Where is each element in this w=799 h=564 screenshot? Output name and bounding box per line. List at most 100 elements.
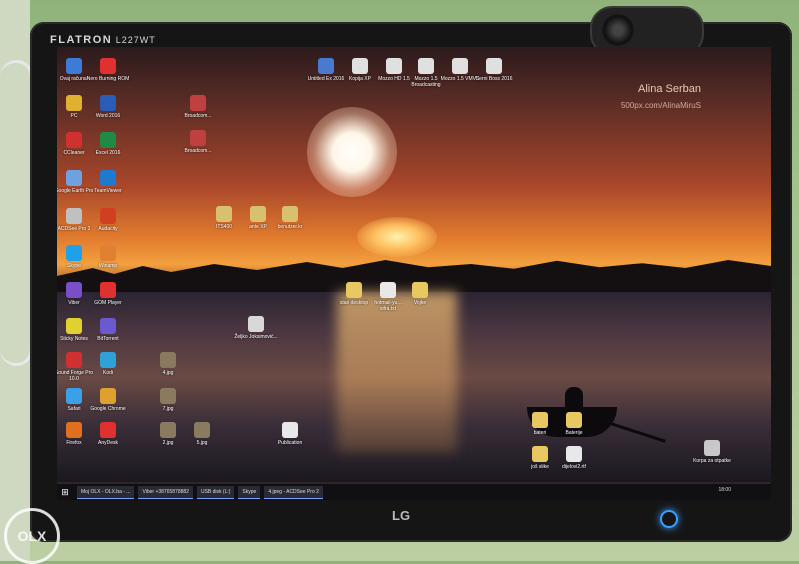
desktop-icon[interactable]: Korpa za otpatke — [690, 440, 734, 464]
app-icon — [100, 422, 116, 438]
desktop-icon[interactable]: 5.jpg — [180, 422, 224, 446]
app-icon — [160, 352, 176, 368]
app-icon — [100, 388, 116, 404]
taskbar: ⊞ Moj OLX - OLX.ba - ... Viber +387658788… — [57, 484, 771, 500]
app-icon — [160, 422, 176, 438]
app-icon — [100, 352, 116, 368]
taskbar-clock[interactable]: 18:00 — [718, 487, 731, 493]
app-icon — [486, 58, 502, 74]
app-icon — [194, 422, 210, 438]
desktop-icon[interactable]: Vojke — [398, 282, 442, 306]
desktop-icon[interactable]: Željko Joksimović... — [234, 316, 278, 340]
app-icon — [66, 245, 82, 261]
cable — [0, 60, 33, 366]
app-icon — [160, 388, 176, 404]
app-icon — [100, 170, 116, 186]
power-button[interactable] — [660, 510, 678, 528]
monitor-brand: FLATRON L227WT — [50, 34, 156, 46]
desktop-icon[interactable]: benutzer.kr — [268, 206, 312, 230]
taskbar-item[interactable]: USB disk (L:) — [196, 485, 235, 499]
desktop-icon-label: GOM Player — [94, 300, 122, 306]
desktop-icon[interactable]: Broadcom... — [176, 130, 220, 154]
taskbar-items: Moj OLX - OLX.ba - ... Viber +38765878882… — [73, 485, 323, 499]
desktop-icon[interactable]: Broadcom... — [176, 95, 220, 119]
app-icon — [66, 352, 82, 368]
watermark-url: 500px.com/AlinaMiruS — [620, 101, 701, 110]
desktop-icon-label: 5.jpg — [196, 440, 208, 446]
desktop-icon-label: Kodi — [102, 370, 113, 376]
app-icon — [100, 282, 116, 298]
desktop-icon-label: Željko Joksimović... — [234, 334, 278, 340]
app-icon — [566, 412, 582, 428]
desktop-icon[interactable]: Excel 2016 — [86, 132, 130, 156]
desktop-icon[interactable]: Google Chrome — [86, 388, 130, 412]
taskbar-item[interactable]: Skype — [238, 485, 261, 499]
desktop-icon-label: dijelovi2.rtf — [562, 464, 586, 470]
sun — [307, 107, 397, 197]
desktop-icon[interactable]: dijelovi2.rtf — [552, 446, 596, 470]
app-icon — [566, 446, 582, 462]
photo-watermark: Alina Serban 500px.com/AlinaMiruS — [621, 83, 701, 110]
lg-logo: LG — [392, 508, 411, 523]
app-icon — [412, 282, 428, 298]
start-button[interactable]: ⊞ — [57, 484, 73, 500]
desktop-icon-label: Korpa za otpatke — [693, 458, 731, 464]
app-icon — [66, 58, 82, 74]
app-icon — [190, 95, 206, 111]
app-icon — [100, 208, 116, 224]
taskbar-item[interactable]: Viber +38765878882 — [138, 485, 193, 499]
desktop-screen: Alina Serban 500px.com/AlinaMiruS Ovaj r… — [57, 47, 771, 500]
desktop-icon[interactable]: AnyDesk — [86, 422, 130, 446]
desktop-icon-label: Audacity — [98, 226, 118, 232]
app-icon — [190, 130, 206, 146]
desktop-icon[interactable]: Kodi — [86, 352, 130, 376]
desktop-icon-label: Publication — [277, 440, 303, 446]
app-icon — [100, 58, 116, 74]
app-icon — [66, 170, 82, 186]
desktop-icon-label: Winamp — [98, 263, 118, 269]
olx-watermark: OLX — [4, 508, 60, 564]
desktop-icon[interactable]: 4.jpg — [146, 352, 190, 376]
app-icon — [66, 208, 82, 224]
desktop-icon[interactable]: 7.jpg — [146, 388, 190, 412]
desktop-icon[interactable]: BitTorrent — [86, 318, 130, 342]
desktop-icon[interactable]: Cerni Boss 2016 — [472, 58, 516, 82]
app-icon — [66, 388, 82, 404]
desktop-icon[interactable]: Baterije — [552, 412, 596, 436]
app-icon — [66, 132, 82, 148]
desktop-icon-label: Nero Burning ROM — [86, 76, 130, 82]
app-icon — [248, 316, 264, 332]
webcam-lens — [602, 14, 634, 46]
sun-reflection — [337, 292, 457, 452]
desktop-icon-label: Broadcom... — [184, 113, 212, 119]
desktop-icon[interactable]: TeamViewer — [86, 170, 130, 194]
desktop-icon[interactable]: Word 2016 — [86, 95, 130, 119]
app-icon — [704, 440, 720, 456]
app-icon — [282, 422, 298, 438]
desktop-icon[interactable]: Audacity — [86, 208, 130, 232]
taskbar-item[interactable]: 4.jpeg - ACDSee Pro 2 — [264, 485, 323, 499]
app-icon — [250, 206, 266, 222]
desktop-icon[interactable]: Publication — [268, 422, 312, 446]
desktop-icon[interactable]: Nero Burning ROM — [86, 58, 130, 82]
app-icon — [66, 318, 82, 334]
desktop-icon-label: Baterije — [565, 430, 583, 436]
app-icon — [282, 206, 298, 222]
app-icon — [66, 422, 82, 438]
app-icon — [346, 282, 362, 298]
app-icon — [380, 282, 396, 298]
desktop-icon-label: Excel 2016 — [95, 150, 121, 156]
app-icon — [66, 95, 82, 111]
desktop-icon[interactable]: GOM Player — [86, 282, 130, 306]
desktop-icon-label: Cerni Boss 2016 — [475, 76, 513, 82]
desktop-icon-label: Google Chrome — [90, 406, 126, 412]
desktop-icon[interactable]: Winamp — [86, 245, 130, 269]
rower — [565, 387, 583, 411]
app-icon — [532, 412, 548, 428]
app-icon — [100, 245, 116, 261]
app-icon — [100, 132, 116, 148]
desktop-icon-label: Vojke — [413, 300, 427, 306]
desktop-icon-label: Broadcom... — [184, 148, 212, 154]
taskbar-item[interactable]: Moj OLX - OLX.ba - ... — [77, 485, 135, 499]
app-icon — [532, 446, 548, 462]
